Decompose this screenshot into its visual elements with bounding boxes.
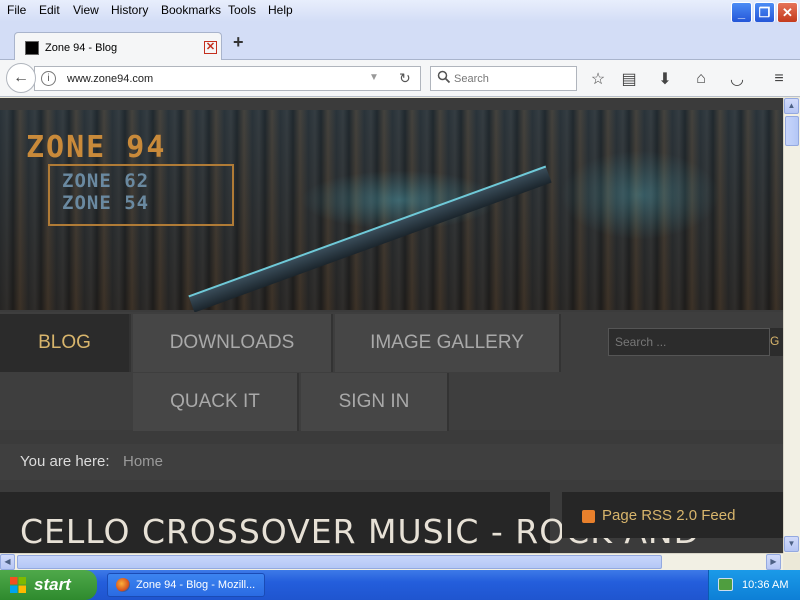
menu-bookmarks[interactable]: Bookmarks bbox=[161, 3, 221, 17]
menu-help[interactable]: Help bbox=[268, 3, 293, 17]
search-input[interactable]: Search bbox=[430, 66, 577, 91]
close-window-button[interactable]: ✕ bbox=[777, 2, 798, 23]
search-icon bbox=[437, 70, 451, 84]
url-text: www.zone94.com bbox=[67, 73, 154, 85]
url-dropdown-icon[interactable]: ▼ bbox=[369, 72, 379, 83]
menu-file[interactable]: File bbox=[7, 3, 26, 17]
vertical-scrollbar[interactable]: ▲ ▼ bbox=[783, 98, 800, 553]
reload-icon[interactable]: ↻ bbox=[399, 70, 411, 87]
minimize-button[interactable]: _ bbox=[731, 2, 752, 23]
menu-tools[interactable]: Tools bbox=[228, 3, 256, 17]
bookmark-star-icon[interactable]: ☆ bbox=[587, 68, 609, 90]
site-search-button[interactable]: G bbox=[770, 328, 783, 356]
firefox-icon bbox=[116, 578, 130, 592]
menu-history[interactable]: History bbox=[111, 3, 148, 17]
rss-feed-link[interactable]: Page RSS 2.0 Feed bbox=[602, 507, 735, 524]
system-tray: 10:36 AM bbox=[708, 570, 800, 600]
clock[interactable]: 10:36 AM bbox=[742, 579, 788, 591]
nav-sign-in[interactable]: SIGN IN bbox=[301, 373, 449, 431]
breadcrumb-label: You are here: bbox=[20, 453, 110, 470]
start-label: start bbox=[34, 575, 71, 594]
taskbar-firefox-item[interactable]: Zone 94 - Blog - Mozill... bbox=[107, 573, 265, 597]
sublogo-zone62: ZONE 62 bbox=[62, 170, 150, 192]
url-bar[interactable]: i www.zone94.com ▼ ↻ bbox=[34, 66, 421, 91]
breadcrumb: You are here: Home bbox=[0, 444, 783, 480]
navigation-bar: i www.zone94.com ▼ ↻ ← Search ☆ ▤ ⬇ ⌂ ◡ … bbox=[0, 60, 800, 97]
tab-zone94-blog[interactable]: Zone 94 - Blog ✕ bbox=[14, 32, 222, 61]
site-logo[interactable]: ZONE 94 bbox=[26, 130, 166, 165]
site-search-input[interactable]: Search ... bbox=[608, 328, 770, 356]
taskbar-item-label: Zone 94 - Blog - Mozill... bbox=[136, 579, 256, 591]
download-icon[interactable]: ⬇ bbox=[654, 68, 676, 90]
nav-blog[interactable]: BLOG bbox=[0, 314, 131, 372]
scroll-down-icon[interactable]: ▼ bbox=[784, 536, 799, 552]
horizontal-scrollbar[interactable]: ◀ ▶ bbox=[0, 553, 783, 570]
menu-view[interactable]: View bbox=[73, 3, 99, 17]
home-icon[interactable]: ⌂ bbox=[690, 68, 712, 90]
breadcrumb-home-link[interactable]: Home bbox=[123, 453, 163, 470]
favicon-icon bbox=[25, 41, 39, 55]
sublogo-zone54: ZONE 54 bbox=[62, 192, 150, 214]
maximize-button[interactable]: ❐ bbox=[754, 2, 775, 23]
tab-title: Zone 94 - Blog bbox=[45, 42, 118, 54]
close-icon: ✕ bbox=[782, 4, 793, 20]
browser-window: File Edit View History Bookmarks Tools H… bbox=[0, 0, 800, 600]
sidebar-rss-panel: Page RSS 2.0 Feed bbox=[562, 492, 783, 538]
vertical-scroll-thumb[interactable] bbox=[785, 116, 799, 146]
menu-edit[interactable]: Edit bbox=[39, 3, 60, 17]
article-panel: CELLO CROSSOVER MUSIC - ROCK AND bbox=[0, 492, 699, 553]
nav-image-gallery[interactable]: IMAGE GALLERY bbox=[335, 314, 561, 372]
menu-bar: File Edit View History Bookmarks Tools H… bbox=[0, 0, 800, 23]
minimize-icon: _ bbox=[737, 5, 746, 20]
new-tab-button[interactable]: + bbox=[233, 32, 244, 53]
start-button[interactable]: start bbox=[0, 570, 97, 600]
tab-strip: Zone 94 - Blog ✕ + bbox=[0, 22, 800, 61]
restore-icon: ❐ bbox=[758, 4, 771, 20]
windows-logo-icon bbox=[10, 577, 26, 593]
info-icon[interactable]: i bbox=[41, 71, 56, 86]
rss-icon bbox=[582, 510, 595, 523]
hamburger-menu-icon[interactable]: ≡ bbox=[768, 68, 790, 90]
nav-quack-it[interactable]: QUACK IT bbox=[133, 373, 299, 431]
search-placeholder: Search bbox=[454, 73, 489, 85]
scroll-right-icon[interactable]: ▶ bbox=[766, 554, 781, 570]
pocket-icon[interactable]: ◡ bbox=[726, 68, 748, 90]
horizontal-scroll-thumb[interactable] bbox=[17, 555, 662, 569]
back-arrow-icon: ← bbox=[13, 69, 29, 86]
header-banner: ZONE 94 ZONE 62 ZONE 54 bbox=[0, 110, 783, 313]
scroll-left-icon[interactable]: ◀ bbox=[0, 554, 15, 570]
network-icon[interactable] bbox=[718, 578, 733, 591]
reading-list-icon[interactable]: ▤ bbox=[618, 68, 640, 90]
scroll-up-icon[interactable]: ▲ bbox=[784, 98, 799, 114]
back-button[interactable]: ← bbox=[6, 63, 36, 93]
tab-close-icon[interactable]: ✕ bbox=[204, 41, 217, 54]
taskbar: start Zone 94 - Blog - Mozill... 10:36 A… bbox=[0, 570, 800, 600]
page-content: ZONE 94 ZONE 62 ZONE 54 BLOG DOWNLOADS I… bbox=[0, 98, 783, 553]
nav-downloads[interactable]: DOWNLOADS bbox=[133, 314, 333, 372]
